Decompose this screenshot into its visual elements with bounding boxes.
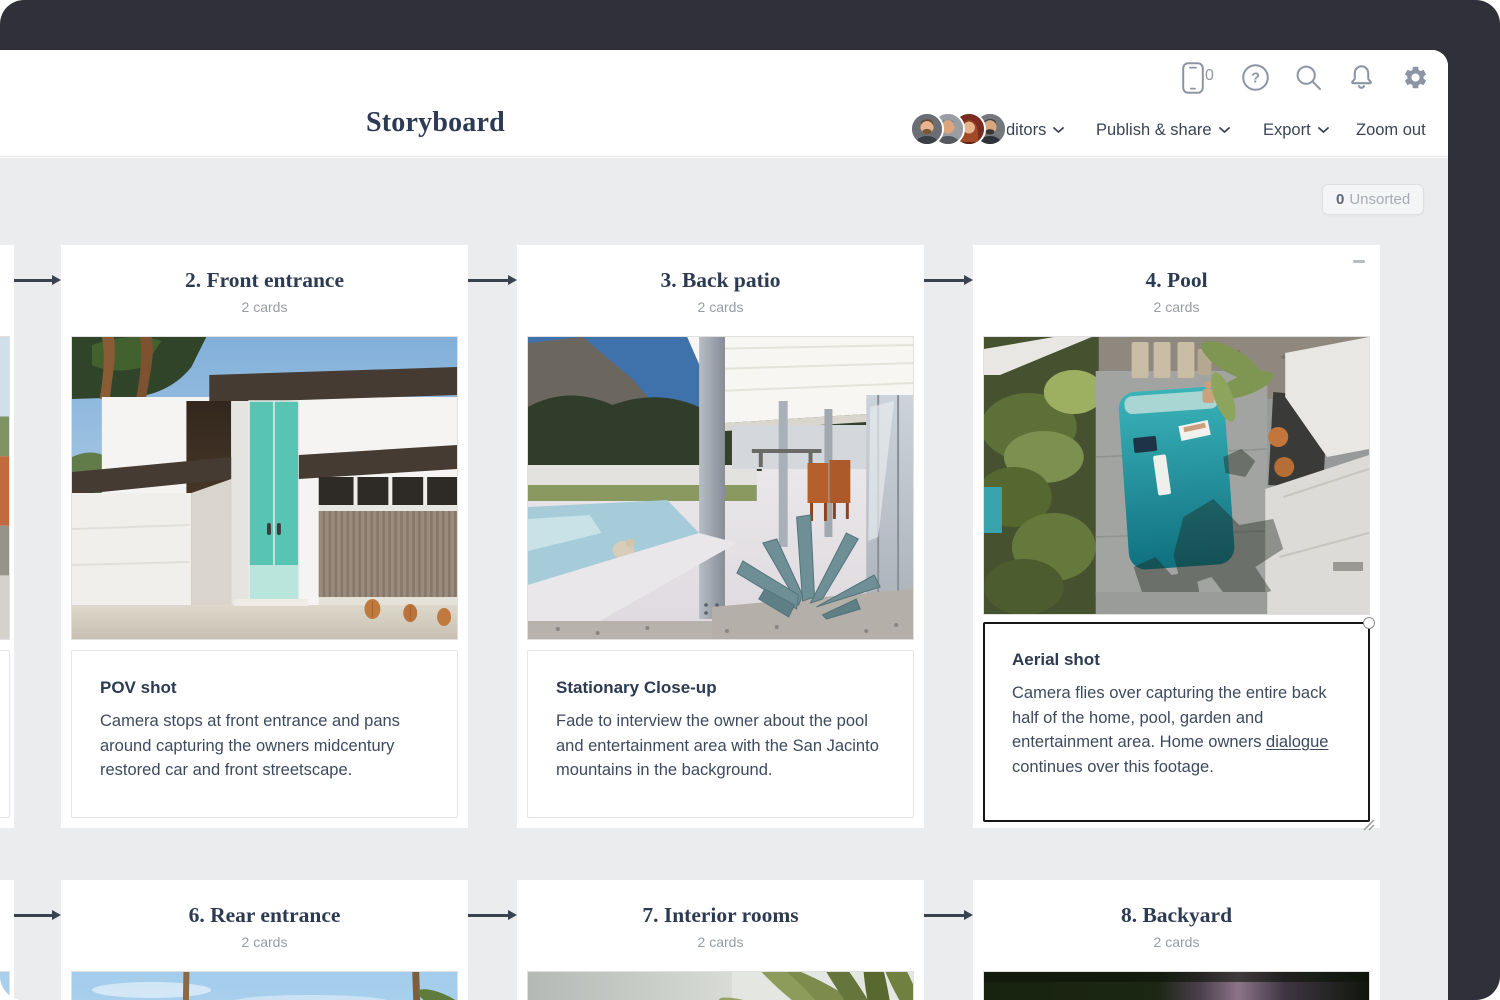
column-title: 2. Front entrance [61,268,468,292]
export-label: Export [1263,121,1311,140]
back-patio-photo[interactable] [527,336,914,640]
shot-type: POV shot [100,678,429,698]
column-card-count: 2 cards [517,299,924,315]
aerial-pool-photo[interactable] [983,336,1370,615]
flow-arrow [14,914,52,917]
publish-share-label: Publish & share [1096,121,1212,140]
gear-icon[interactable] [1402,64,1429,91]
page-title: Storyboard [366,106,505,140]
photo-partial-1[interactable] [0,336,10,640]
shot-note-partial-1[interactable] [0,650,10,818]
shot-description: Fade to interview the owner about the po… [556,709,885,783]
unsorted-badge[interactable]: 0 Unsorted [1322,184,1424,215]
resize-handle-icon[interactable] [1363,819,1375,831]
column-card-count: 2 cards [973,934,1380,950]
shot-description: Camera flies over capturing the entire b… [1012,681,1341,779]
flow-arrow [468,279,508,282]
screenshot-frame: Storyboard 0 ? [0,0,1500,1000]
front-entrance-photo[interactable] [71,336,458,640]
backyard-photo[interactable] [983,971,1370,1000]
zoom-out-label: Zoom out [1356,121,1426,140]
column-title: 8. Backyard [973,903,1380,927]
column-card-count: 2 cards [61,299,468,315]
column-title: 3. Back patio [517,268,924,292]
dialogue-link[interactable]: dialogue [1266,733,1328,751]
column-card-count: 2 cards [517,934,924,950]
rear-entrance-photo[interactable] [71,971,458,1000]
shot-note[interactable]: POV shot Camera stops at front entrance … [71,650,458,818]
svg-text:?: ? [1251,71,1260,87]
flow-arrow [14,279,52,282]
shot-type: Stationary Close-up [556,678,885,698]
unsorted-label: Unsorted [1349,191,1410,208]
publish-share-menu[interactable]: Publish & share [1096,118,1230,142]
column-title: 7. Interior rooms [517,903,924,927]
interior-rooms-photo[interactable] [527,971,914,1000]
mobile-device-icon[interactable] [1182,62,1204,94]
bell-icon[interactable] [1348,63,1375,91]
flow-arrow [468,914,508,917]
column-card-count: 2 cards [973,299,1380,315]
shot-note-selected[interactable]: Aerial shot Camera flies over capturing … [983,622,1370,822]
search-icon[interactable] [1295,64,1322,91]
shot-note[interactable]: Stationary Close-up Fade to interview th… [527,650,914,818]
column-title: 6. Rear entrance [61,903,468,927]
column-card-back-patio[interactable]: 3. Back patio 2 cards [517,245,924,828]
chevron-down-icon [1318,127,1329,134]
avatar-editor-1[interactable] [910,112,944,146]
column-card-rear-entrance[interactable]: 6. Rear entrance 2 cards [61,880,468,1000]
help-icon[interactable]: ? [1242,64,1269,91]
column-title: 4. Pool [973,268,1380,292]
column-card-count: 2 cards [61,934,468,950]
zoom-out-button[interactable]: Zoom out [1356,118,1426,142]
column-card-front-entrance[interactable]: 2. Front entrance 2 cards [61,245,468,828]
flow-arrow [924,914,964,917]
editor-avatars[interactable] [910,112,1007,146]
column-card-partial-5[interactable] [0,880,14,1000]
mobile-device-count: 0 [1205,67,1214,85]
unsorted-count: 0 [1336,191,1344,208]
shot-type: Aerial shot [1012,650,1341,670]
selection-handle[interactable] [1363,617,1375,629]
photo-partial-5[interactable] [0,971,10,1000]
column-card-backyard[interactable]: 8. Backyard 2 cards [973,880,1380,1000]
flow-arrow [924,279,964,282]
description-text: continues over this footage. [1012,758,1214,776]
collapse-column-icon[interactable] [1353,260,1365,263]
column-card-interior-rooms[interactable]: 7. Interior rooms 2 cards [517,880,924,1000]
app-window: Storyboard 0 ? [0,50,1448,1000]
export-menu[interactable]: Export [1263,118,1329,142]
column-card-pool[interactable]: 4. Pool 2 cards [973,245,1380,828]
shot-description: Camera stops at front entrance and pans … [100,709,429,783]
column-card-partial-1[interactable] [0,245,14,828]
header: Storyboard 0 ? [0,50,1448,157]
chevron-down-icon [1053,127,1064,134]
storyboard-canvas[interactable]: 0 Unsorted [0,158,1448,1000]
chevron-down-icon [1219,127,1230,134]
